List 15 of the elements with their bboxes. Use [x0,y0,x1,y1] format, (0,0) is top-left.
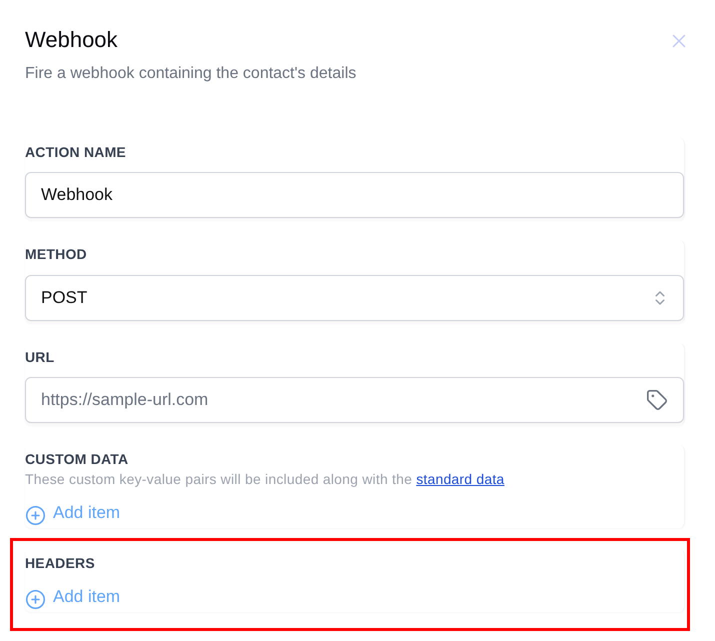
dialog-subtitle: Fire a webhook containing the contact's details [25,64,356,84]
section-description: These custom key-value pairs will be included along with the standard data [25,470,506,489]
plus-circle-icon [25,505,46,526]
section-label: HEADERS [25,554,96,573]
field-label: ACTION NAME [25,143,127,162]
dialog-title: Webhook [25,26,119,54]
method-select[interactable]: POST [25,275,684,321]
tag-icon[interactable] [646,389,668,411]
field-label: METHOD [25,245,88,264]
url-field[interactable]: https://sample-url.com [25,377,684,423]
standard-data-link[interactable]: standard data [416,471,504,487]
field-label: URL [25,348,56,367]
section-label: CUSTOM DATA [25,450,130,469]
plus-circle-icon [25,589,46,610]
text-field[interactable]: Webhook [25,172,684,218]
